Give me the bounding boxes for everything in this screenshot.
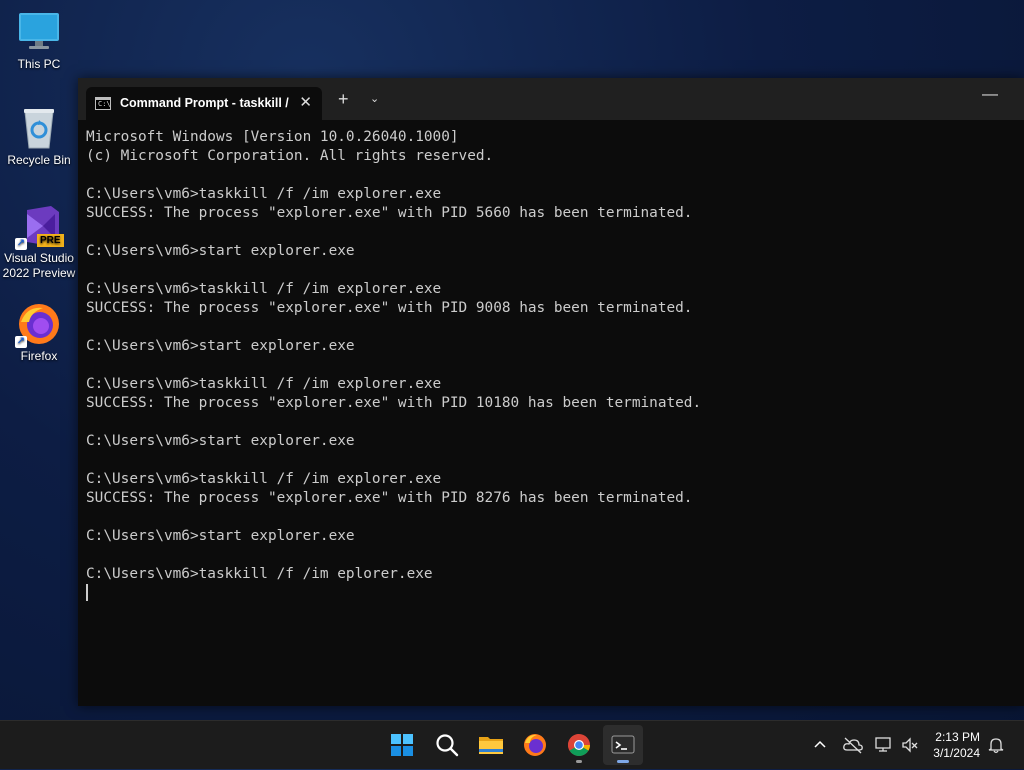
- desktop-icon-visual-studio[interactable]: PRE ↗ Visual Studio 2022 Preview: [0, 204, 78, 281]
- clock[interactable]: 2:13 PM 3/1/2024: [933, 729, 980, 761]
- chrome-icon: [568, 734, 590, 756]
- tab-title: Command Prompt - taskkill /: [120, 96, 289, 110]
- shortcut-arrow-icon: ↗: [15, 238, 27, 250]
- desktop-icon-label: This PC: [17, 57, 61, 71]
- chrome-taskbar-button[interactable]: [559, 725, 599, 765]
- text-cursor: [86, 584, 88, 601]
- start-button[interactable]: [382, 725, 422, 765]
- close-tab-icon[interactable]: ✕: [299, 93, 312, 111]
- visual-studio-icon: PRE ↗: [15, 204, 64, 250]
- new-tab-button[interactable]: +: [338, 89, 349, 109]
- shortcut-arrow-icon: ↗: [15, 336, 27, 348]
- terminal-taskbar-button[interactable]: [603, 725, 643, 765]
- search-button[interactable]: [427, 725, 467, 765]
- taskbar: 2:13 PM 3/1/2024: [0, 720, 1024, 769]
- network-icon: [875, 737, 891, 752]
- clock-time: 2:13 PM: [935, 730, 980, 744]
- file-explorer-icon: [479, 737, 503, 754]
- chevron-down-icon[interactable]: ⌄: [370, 92, 379, 105]
- cloud-offline-icon: [843, 737, 863, 754]
- firefox-icon: ↗: [15, 302, 61, 348]
- monitor-icon: [17, 10, 61, 54]
- clock-date: 3/1/2024: [933, 746, 980, 760]
- firefox-icon: [524, 734, 546, 756]
- show-hidden-icons-button[interactable]: [810, 735, 830, 755]
- running-indicator: [576, 760, 582, 763]
- terminal-icon: [611, 735, 635, 754]
- file-explorer-button[interactable]: [471, 725, 511, 765]
- desktop-icon-label: Recycle Bin: [7, 153, 71, 167]
- notifications-button[interactable]: [986, 735, 1006, 755]
- start-icon: [391, 734, 413, 756]
- firefox-taskbar-button[interactable]: [515, 725, 555, 765]
- title-bar[interactable]: C:\ Command Prompt - taskkill / ✕ + ⌄ —: [78, 78, 1024, 120]
- search-icon: [436, 734, 459, 757]
- active-indicator: [617, 760, 629, 763]
- bell-icon: [988, 738, 1004, 754]
- console-output[interactable]: Microsoft Windows [Version 10.0.26040.10…: [86, 128, 1016, 698]
- desktop-icon-this-pc[interactable]: This PC: [0, 10, 78, 72]
- minimize-button[interactable]: —: [982, 86, 998, 104]
- recycle-bin-icon: [17, 106, 61, 150]
- console-text: Microsoft Windows [Version 10.0.26040.10…: [86, 129, 702, 582]
- network-button[interactable]: [874, 735, 894, 755]
- desktop-icon-label: Firefox: [20, 349, 58, 363]
- tab-command-prompt[interactable]: C:\ Command Prompt - taskkill / ✕: [86, 87, 322, 120]
- onedrive-button[interactable]: [842, 735, 864, 755]
- chevron-up-icon: [814, 740, 826, 748]
- desktop-icon-firefox[interactable]: ↗ Firefox: [0, 302, 78, 364]
- desktop-icon-label: Visual Studio 2022 Preview: [2, 251, 76, 280]
- command-prompt-icon: C:\: [95, 97, 111, 110]
- terminal-window[interactable]: C:\ Command Prompt - taskkill / ✕ + ⌄ — …: [78, 78, 1024, 706]
- volume-button[interactable]: [900, 735, 920, 755]
- desktop-icon-recycle-bin[interactable]: Recycle Bin: [0, 106, 78, 168]
- pre-badge: PRE: [37, 234, 64, 247]
- volume-muted-icon: [902, 737, 918, 753]
